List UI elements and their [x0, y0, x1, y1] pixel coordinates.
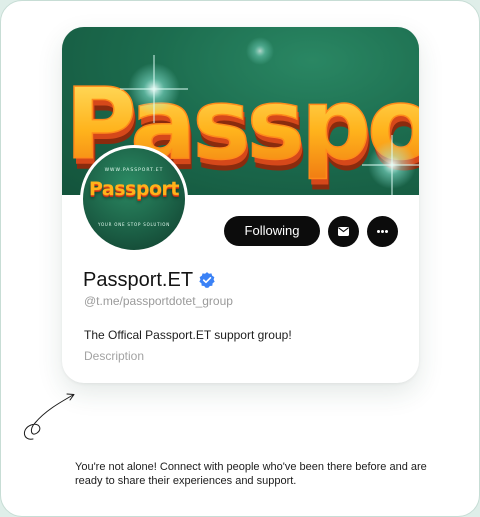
- light-flare: [246, 37, 274, 65]
- avatar-tagline: YOUR ONE STOP SOLUTION: [97, 222, 171, 227]
- curved-arrow-doodle: [24, 393, 75, 440]
- profile-card: Passpor Passpor Passpor WWW.PASSPORT.ET …: [62, 27, 419, 383]
- message-button[interactable]: [328, 216, 359, 247]
- profile-name: Passport.ET: [83, 268, 194, 291]
- profile-handle[interactable]: @t.me/passportdotet_group: [84, 294, 233, 308]
- description-label: Description: [84, 349, 145, 363]
- profile-name-row: Passport.ET: [83, 267, 216, 293]
- envelope-icon: [338, 227, 349, 236]
- verified-badge-icon: [199, 272, 215, 288]
- avatar-url-text: WWW.PASSPORT.ET: [104, 168, 164, 173]
- more-horizontal-icon: [377, 230, 388, 233]
- profile-description: The Offical Passport.ET support group!: [84, 328, 292, 342]
- caption-text: You're not alone! Connect with people wh…: [75, 461, 427, 487]
- avatar-logo: Passport: [89, 178, 179, 200]
- following-button[interactable]: Following: [224, 216, 320, 246]
- more-options-button[interactable]: [367, 216, 398, 247]
- avatar: WWW.PASSPORT.ET Passport YOUR ONE STOP S…: [80, 145, 188, 253]
- page-frame: Passpor Passpor Passpor WWW.PASSPORT.ET …: [0, 0, 480, 517]
